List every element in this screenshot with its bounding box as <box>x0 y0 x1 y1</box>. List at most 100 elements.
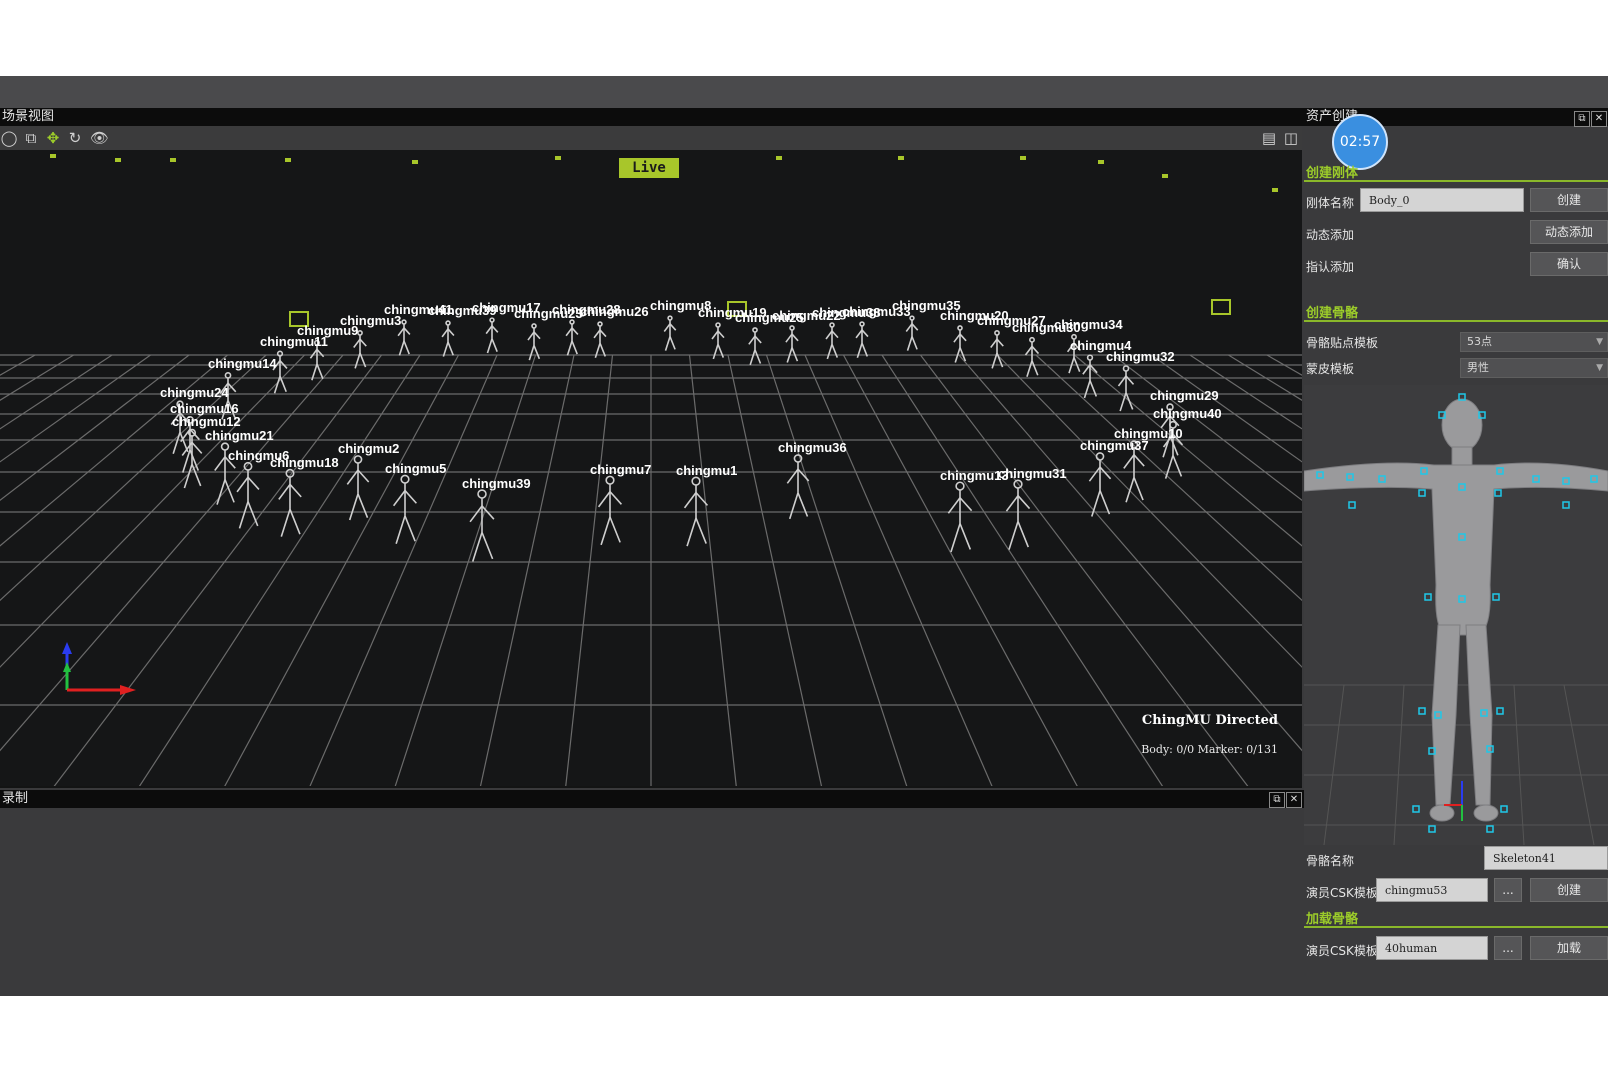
close-icon[interactable]: ✕ <box>1591 111 1607 127</box>
rigid-section-heading: 创建刚体 <box>1306 166 1359 181</box>
actor-csk-input[interactable]: chingmu53 <box>1376 878 1488 902</box>
rigid-name-label: 刚体名称 <box>1306 196 1355 210</box>
scene-view-panel: 场景视图 ◯ ⧉ ✥ ↻ 👁 ▤ ◫ Live chingmu14 chingm… <box>0 108 1304 788</box>
marker-point-icon <box>1496 707 1504 715</box>
record-panel: 录制 ⧉ ✕ <box>0 790 1304 996</box>
performer-label-chingmu24[interactable]: chingmu24 <box>160 385 229 400</box>
close-icon[interactable]: ✕ <box>1286 792 1302 808</box>
marker-point-icon <box>1412 805 1420 813</box>
skin-template-select[interactable]: 男性 ▼ <box>1460 358 1608 378</box>
camera-icon[interactable]: ◯ <box>0 129 18 147</box>
3d-viewport[interactable]: Live chingmu14 chingmu11 chingmu9 chingmu3 c… <box>0 150 1302 786</box>
character-model-preview[interactable] <box>1304 385 1608 845</box>
load-actor-csk-label: 演员CSK模板 <box>1306 944 1378 958</box>
layout-columns-icon[interactable]: ◫ <box>1282 129 1300 147</box>
camera-marker-icon <box>412 160 418 164</box>
load-skeleton-button[interactable]: 加载 <box>1530 936 1608 960</box>
marker-point-icon <box>1348 501 1356 509</box>
browse-load-csk-button[interactable]: ... <box>1494 936 1522 960</box>
performer-label-chingmu7[interactable]: chingmu7 <box>590 462 651 477</box>
performer-label-chingmu14[interactable]: chingmu14 <box>208 356 277 371</box>
marker-point-icon <box>1486 825 1494 833</box>
marker-point-icon <box>1418 707 1426 715</box>
performer-label-chingmu40[interactable]: chingmu40 <box>1153 406 1222 421</box>
section-divider <box>1304 320 1608 322</box>
performer-label-chingmu12[interactable]: chingmu12 <box>172 414 241 429</box>
camera-marker-icon <box>898 156 904 160</box>
live-badge: Live <box>619 158 679 178</box>
marker-template-label: 骨骼贴点模板 <box>1306 336 1379 350</box>
skeleton-section-heading: 创建骨骼 <box>1306 306 1359 321</box>
eye-icon[interactable]: 👁 <box>90 129 109 147</box>
marker-point-icon <box>1562 501 1570 509</box>
axis-gizmo-icon <box>62 642 136 695</box>
chevron-down-icon: ▼ <box>1596 363 1603 373</box>
create-rigid-button[interactable]: 创建 <box>1530 188 1608 212</box>
marker-template-select[interactable]: 53点 ▼ <box>1460 332 1608 352</box>
performer-label-chingmu32[interactable]: chingmu32 <box>1106 349 1175 364</box>
record-panel-title: 录制 <box>0 790 1304 808</box>
marker-point-icon <box>1500 805 1508 813</box>
refresh-icon[interactable]: ↻ <box>66 129 84 147</box>
dynamic-add-button[interactable]: 动态添加 <box>1530 220 1608 244</box>
character-figure <box>1304 393 1608 845</box>
dynamic-add-label: 动态添加 <box>1306 228 1355 242</box>
marker-template-value: 53点 <box>1467 335 1492 348</box>
chevron-down-icon: ▼ <box>1596 337 1603 347</box>
create-skeleton-button[interactable]: 创建 <box>1530 878 1608 902</box>
skin-template-label: 蒙皮模板 <box>1306 362 1355 376</box>
confirm-button[interactable]: 确认 <box>1530 252 1608 276</box>
section-divider <box>1304 926 1608 928</box>
performer-label-chingmu5[interactable]: chingmu5 <box>385 461 446 476</box>
performer-label-chingmu34[interactable]: chingmu34 <box>1054 317 1123 332</box>
camera-marker-icon <box>555 156 561 160</box>
performer-label-chingmu29[interactable]: chingmu29 <box>1150 388 1219 403</box>
load-skeleton-heading: 加载骨骼 <box>1306 912 1359 927</box>
camera-marker-icon <box>1162 174 1168 178</box>
marker-point-icon <box>1418 489 1426 497</box>
performer-label-chingmu21[interactable]: chingmu21 <box>205 428 274 443</box>
camera-marker-icon <box>285 158 291 162</box>
camera-marker-icon <box>170 158 176 162</box>
camera-marker-icon <box>776 156 782 160</box>
layers-icon[interactable]: ⧉ <box>22 129 40 147</box>
mocap-app: 场景视图 ◯ ⧉ ✥ ↻ 👁 ▤ ◫ Live chingmu14 chingm… <box>0 76 1608 996</box>
viewport-stats: Body: 0/0 Marker: 0/131 <box>1141 743 1278 756</box>
camera-marker-icon <box>115 158 121 162</box>
camera-marker-icon <box>1272 188 1278 192</box>
asset-creation-panel: 资产创建 ⧉ ✕ 02:57 创建刚体 刚体名称 Body_0 创建 动态添加 … <box>1304 108 1608 996</box>
layout-rows-icon[interactable]: ▤ <box>1260 129 1278 147</box>
performer-label-chingmu26[interactable]: chingmu26 <box>580 304 649 319</box>
marker-point-icon <box>1428 825 1436 833</box>
restore-icon[interactable]: ⧉ <box>1574 111 1590 127</box>
camera-marker-icon <box>1020 156 1026 160</box>
performer-label-chingmu1[interactable]: chingmu1 <box>676 463 737 478</box>
marker-point-icon <box>1424 593 1432 601</box>
performer-label-chingmu36[interactable]: chingmu36 <box>778 440 847 455</box>
camera-frustum-icon <box>1211 299 1231 315</box>
actor-csk-label: 演员CSK模板 <box>1306 886 1378 900</box>
marker-point-icon <box>1494 489 1502 497</box>
app-top-bar <box>0 76 1608 108</box>
camera-marker-icon <box>1098 160 1104 164</box>
section-divider <box>1304 180 1608 182</box>
viewport-brand: ChingMU Directed <box>1141 713 1278 728</box>
load-actor-csk-input[interactable]: 40human <box>1376 936 1488 960</box>
performer-label-chingmu18[interactable]: chingmu18 <box>270 455 339 470</box>
rigid-name-input[interactable]: Body_0 <box>1360 188 1524 212</box>
performer-label-chingmu31[interactable]: chingmu31 <box>998 466 1067 481</box>
skin-template-value: 男性 <box>1467 361 1489 374</box>
skeleton-name-label: 骨骼名称 <box>1306 854 1355 868</box>
marker-point-icon <box>1492 593 1500 601</box>
confirm-add-label: 指认添加 <box>1306 260 1355 274</box>
scene-toolbar: ◯ ⧉ ✥ ↻ 👁 ▤ ◫ <box>0 126 1302 150</box>
restore-icon[interactable]: ⧉ <box>1269 792 1285 808</box>
camera-marker-icon <box>50 154 56 158</box>
performer-label-chingmu2[interactable]: chingmu2 <box>338 441 399 456</box>
scene-panel-title: 场景视图 <box>0 108 1304 126</box>
move-icon[interactable]: ✥ <box>44 129 62 147</box>
skeleton-name-input[interactable]: Skeleton41 <box>1484 846 1608 870</box>
browse-csk-button[interactable]: ... <box>1494 878 1522 902</box>
performer-label-chingmu39b[interactable]: chingmu39 <box>462 476 531 491</box>
performer-label-chingmu37[interactable]: chingmu37 <box>1080 438 1149 453</box>
